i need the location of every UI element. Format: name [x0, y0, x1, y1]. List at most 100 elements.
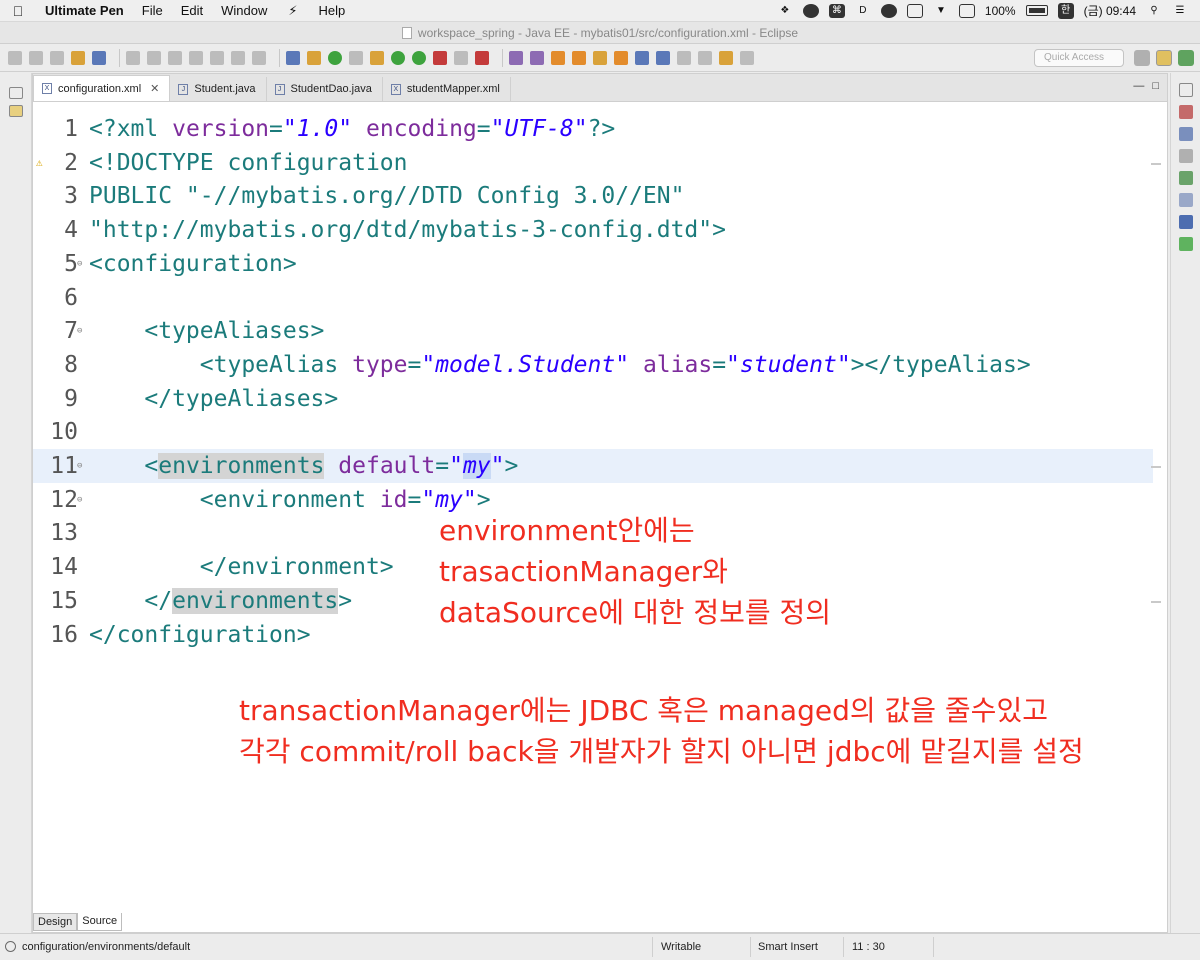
search-icon[interactable]: [656, 50, 670, 65]
code-line[interactable]: 10: [33, 415, 1153, 449]
overview-ruler-mark[interactable]: [1151, 466, 1161, 468]
problems-icon[interactable]: [1178, 237, 1193, 251]
print-icon[interactable]: [71, 50, 85, 65]
app-menu[interactable]: Ultimate Pen: [36, 0, 133, 22]
coverage-icon[interactable]: [454, 50, 468, 65]
run-icon[interactable]: [412, 50, 426, 65]
java-perspective-icon[interactable]: [1178, 49, 1194, 66]
airplay-icon[interactable]: [958, 3, 975, 18]
step-return-icon[interactable]: [252, 50, 266, 65]
fold-toggle-icon[interactable]: ⊖: [77, 449, 82, 483]
disconnect-icon[interactable]: [189, 50, 203, 65]
restore-icon[interactable]: [8, 87, 23, 99]
code-line[interactable]: 3 PUBLIC "-//mybatis.org//DTD Config 3.0/…: [33, 179, 1153, 213]
code-token: "my": [421, 486, 477, 513]
task-list-icon[interactable]: [1178, 127, 1193, 141]
chat-icon[interactable]: [802, 3, 819, 18]
clock[interactable]: (금) 09:44: [1084, 2, 1136, 19]
new-package-icon[interactable]: [530, 50, 544, 65]
code-line[interactable]: 1 <?xml version="1.0" encoding="UTF-8"?>: [33, 112, 1153, 146]
minimize-icon[interactable]: —: [1133, 80, 1144, 92]
web-browser-icon[interactable]: [635, 50, 649, 65]
code-line[interactable]: 5 ⊖ <configuration>: [33, 247, 1153, 281]
quick-access-input[interactable]: Quick Access: [1034, 48, 1124, 67]
menu-help[interactable]: Help: [310, 0, 355, 22]
code-line[interactable]: 9 </typeAliases>: [33, 382, 1153, 416]
suspend-icon[interactable]: [147, 50, 161, 65]
code-line[interactable]: 8 <typeAlias type="model.Student" alias=…: [33, 348, 1153, 382]
new-java-class-icon[interactable]: [509, 50, 523, 65]
debug-icon[interactable]: [391, 50, 405, 65]
tab-source[interactable]: Source: [77, 913, 123, 931]
build-icon[interactable]: [307, 50, 321, 65]
overview-ruler-mark[interactable]: [1151, 162, 1161, 165]
warning-icon[interactable]: ⚠: [36, 146, 43, 180]
tab-student-java[interactable]: J Student.java: [170, 77, 267, 101]
forward-icon[interactable]: [740, 50, 754, 65]
fold-toggle-icon[interactable]: ⊖: [77, 483, 82, 517]
new-icon[interactable]: [8, 50, 22, 65]
toggle-mark-occurrences-icon[interactable]: [349, 50, 363, 65]
code-line[interactable]: 4 "http://mybatis.org/dtd/mybatis-3-confi…: [33, 213, 1153, 247]
snippets-icon[interactable]: [1178, 193, 1193, 207]
source-editor[interactable]: 1 <?xml version="1.0" encoding="UTF-8"?> ⚠…: [33, 102, 1167, 908]
tab-studentdao-java[interactable]: J StudentDao.java: [267, 77, 383, 101]
servers-icon[interactable]: [1178, 149, 1193, 163]
open-type-icon[interactable]: [286, 50, 300, 65]
publish-icon[interactable]: [370, 50, 384, 65]
outline-icon[interactable]: [1178, 105, 1193, 119]
console-view-icon[interactable]: [1178, 215, 1193, 229]
tab-design[interactable]: Design: [33, 913, 78, 931]
java-ee-perspective-icon[interactable]: [1156, 49, 1172, 66]
open-folder-icon[interactable]: [551, 50, 565, 65]
cloud-icon[interactable]: [880, 3, 897, 18]
project-explorer-icon[interactable]: [8, 105, 23, 117]
code-line[interactable]: 7 ⊖ <typeAliases>: [33, 314, 1153, 348]
overview-ruler-mark[interactable]: [1151, 600, 1161, 603]
command-icon[interactable]: ⌘: [828, 3, 845, 18]
tab-studentmapper-xml[interactable]: X studentMapper.xml: [383, 77, 511, 101]
code-line[interactable]: ⚠ 2 <!DOCTYPE configuration: [33, 146, 1153, 180]
restore-icon[interactable]: [1178, 83, 1193, 97]
back-icon[interactable]: [719, 50, 733, 65]
open-perspective-icon[interactable]: [1134, 49, 1150, 66]
external-tools-icon[interactable]: [475, 50, 489, 65]
apple-icon[interactable]: : [0, 3, 36, 19]
previous-annotation-icon[interactable]: [698, 50, 712, 65]
dropbox-icon[interactable]: ❖: [777, 4, 793, 18]
wifi-icon[interactable]: ▼: [933, 4, 949, 18]
resume-icon[interactable]: [126, 50, 140, 65]
terminate-icon[interactable]: [168, 50, 182, 65]
d-app-icon[interactable]: D: [855, 4, 871, 18]
run-last-tool-icon[interactable]: [433, 50, 447, 65]
server-icon[interactable]: [328, 50, 342, 65]
code-line[interactable]: 6: [33, 281, 1153, 315]
close-icon[interactable]: ✕: [150, 82, 159, 95]
data-source-explorer-icon[interactable]: [1178, 171, 1193, 185]
spotlight-icon[interactable]: ⚲: [1146, 4, 1162, 18]
step-into-icon[interactable]: [210, 50, 224, 65]
battery-icon[interactable]: [1025, 5, 1048, 16]
open-resource-icon[interactable]: [572, 50, 586, 65]
window-icon[interactable]: [906, 3, 923, 18]
menu-edit[interactable]: Edit: [172, 0, 212, 22]
fold-toggle-icon[interactable]: ⊖: [77, 247, 82, 281]
notification-center-icon[interactable]: ☰: [1172, 4, 1188, 18]
code-token: id: [379, 486, 408, 513]
code-line[interactable]: 11 ⊖ <environments default="my">: [33, 449, 1153, 483]
save-icon[interactable]: [29, 50, 43, 65]
menu-window[interactable]: Window: [212, 0, 276, 22]
open-task-icon[interactable]: [614, 50, 628, 65]
input-method-icon[interactable]: 한: [1057, 2, 1074, 19]
menu-file[interactable]: File: [133, 0, 172, 22]
pen-icon[interactable]: [593, 50, 607, 65]
tab-configuration-xml[interactable]: X configuration.xml ✕: [33, 75, 171, 101]
next-annotation-icon[interactable]: [677, 50, 691, 65]
save-all-icon[interactable]: [50, 50, 64, 65]
console-icon[interactable]: [92, 50, 106, 65]
fold-toggle-icon[interactable]: ⊖: [77, 314, 82, 348]
maximize-icon[interactable]: □: [1152, 80, 1159, 92]
step-over-icon[interactable]: [231, 50, 245, 65]
line-number: 3: [64, 183, 78, 210]
lightning-icon[interactable]: ⚡: [276, 0, 309, 22]
